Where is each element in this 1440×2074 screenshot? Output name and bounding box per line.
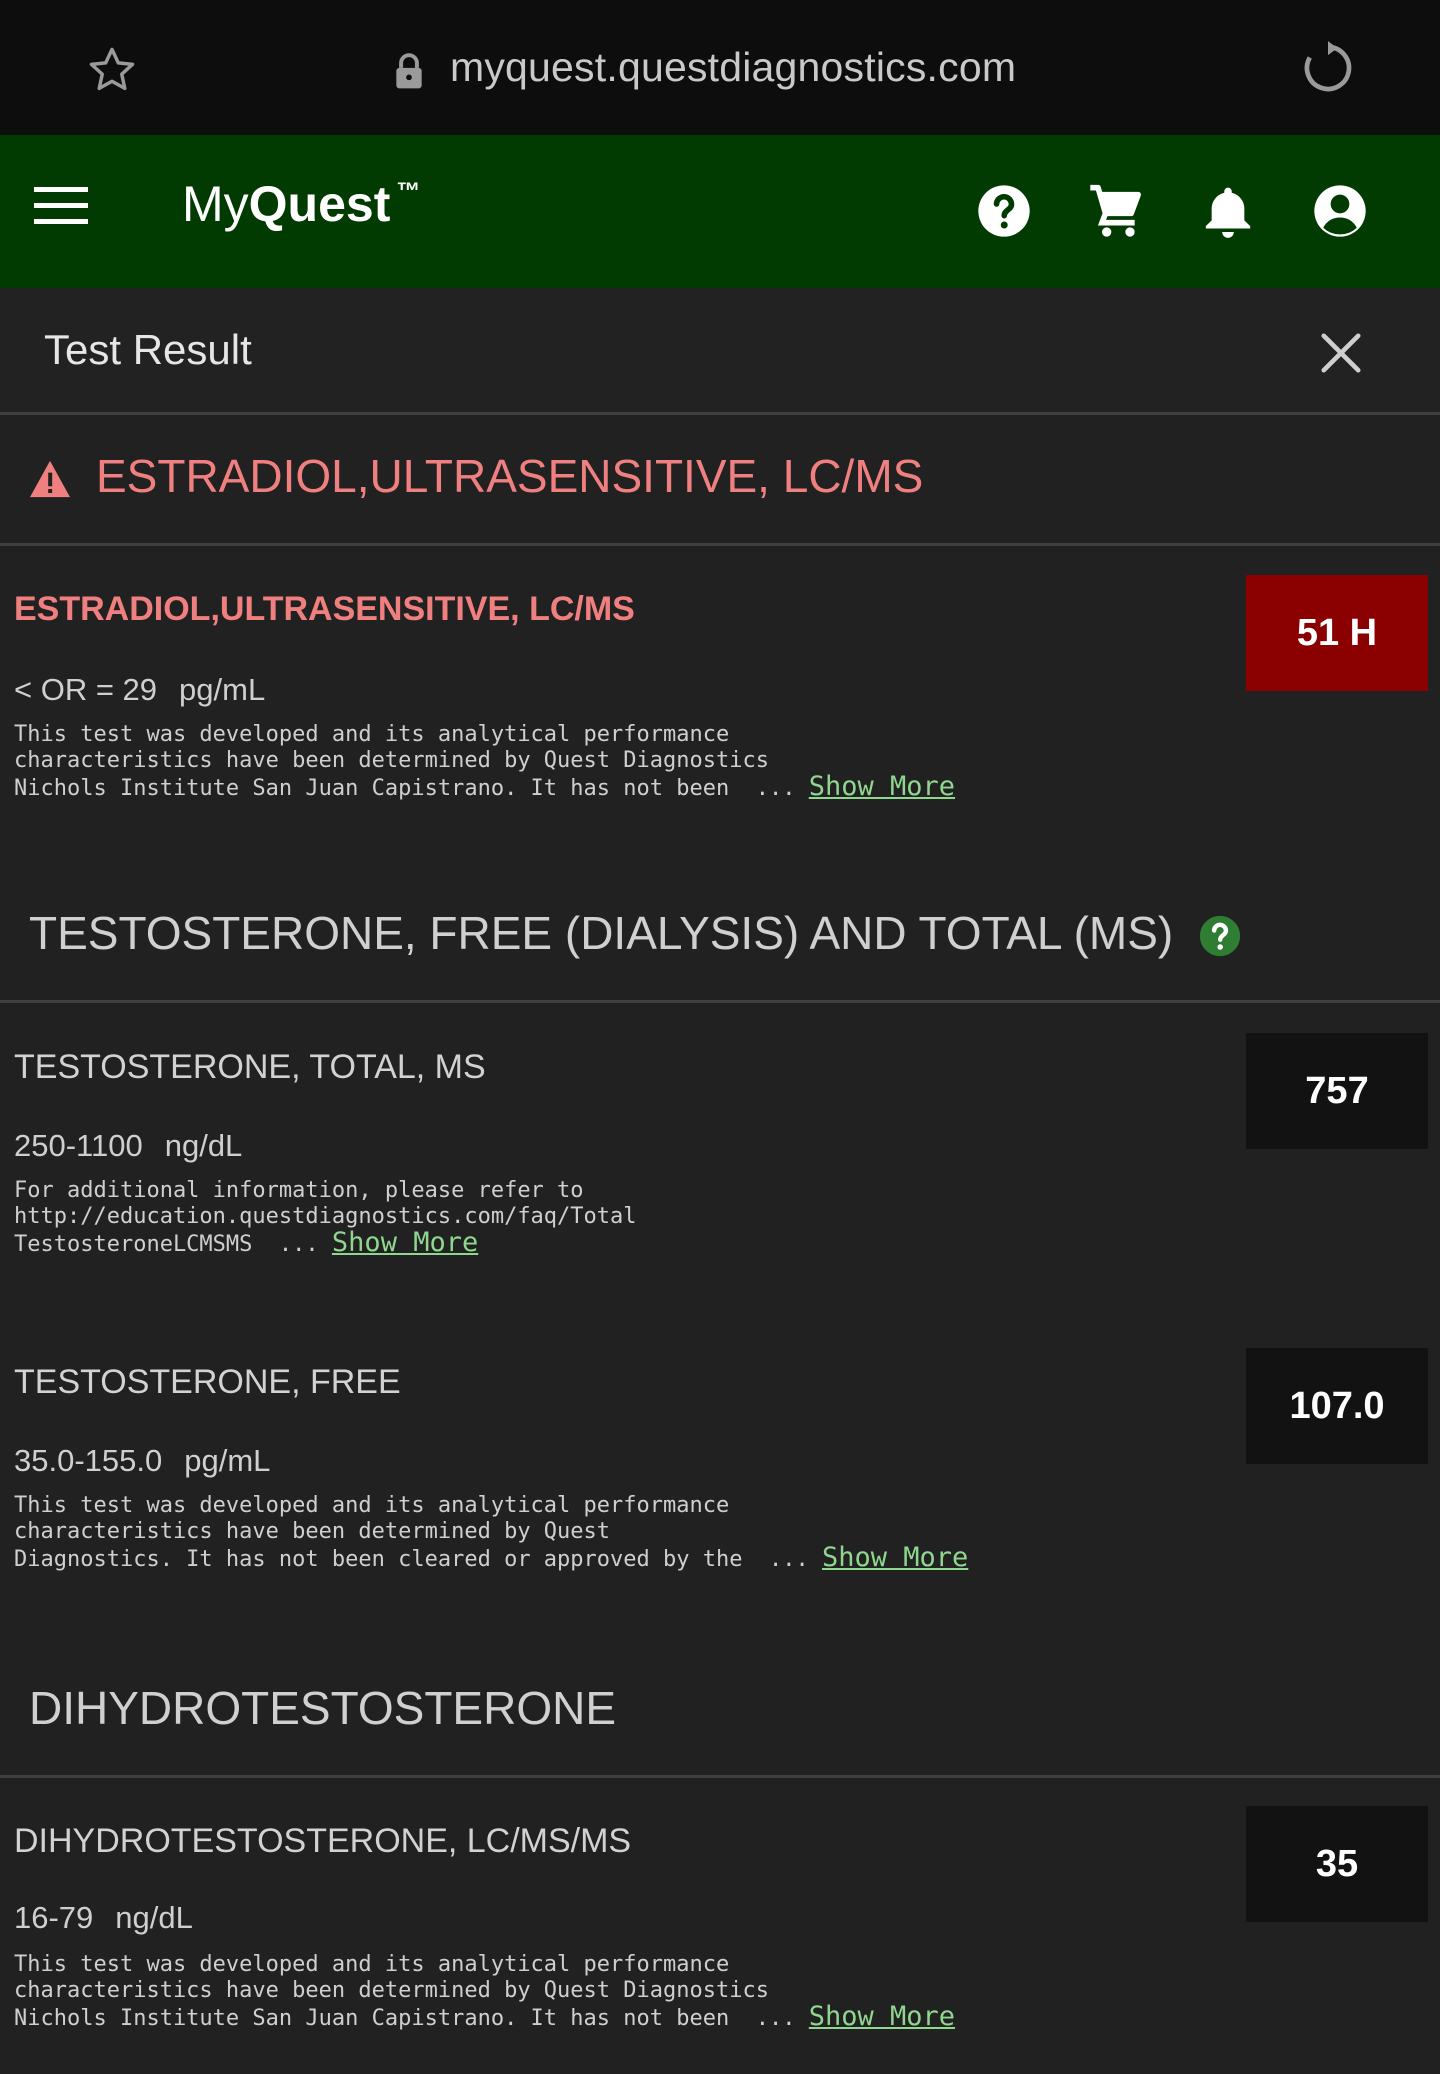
warning-icon [30,460,70,498]
help-icon[interactable] [1198,914,1242,958]
range-value: 35.0-155.0 [14,1443,163,1478]
note-line: Diagnostics. It has not been cleared or … [14,1547,743,1572]
note-line: TestosteroneLCMSMS [14,1232,253,1257]
ellipsis: ... [755,2006,796,2031]
result-row-testosterone-free[interactable]: TESTOSTERONE, FREE 35.0-155.0 pg/mL This … [0,1363,1440,1603]
range-value: < OR = 29 [14,672,158,707]
help-icon[interactable] [976,183,1032,239]
note-line: characteristics have been determined by … [14,1978,769,2003]
ellipsis: ... [278,1232,319,1257]
reference-range: < OR = 29 pg/mL [14,672,265,708]
result-name: DIHYDROTESTOSTERONE, LC/MS/MS [14,1822,632,1860]
result-note: This test was developed and its analytic… [14,1952,955,2032]
result-note: This test was developed and its analytic… [14,722,955,802]
test-result-header: Test Result [0,288,1440,415]
range-value: 16-79 [14,1900,94,1935]
show-more-link[interactable]: Show More [809,2001,955,2032]
result-name: TESTOSTERONE, FREE [14,1363,401,1401]
section-title: TESTOSTERONE, FREE (DIALYSIS) AND TOTAL … [29,907,1174,959]
range-unit: ng/dL [115,1900,193,1935]
reference-range: 35.0-155.0 pg/mL [14,1443,270,1479]
note-line: characteristics have been determined by … [14,1519,611,1544]
browser-url-bar: myquest.questdiagnostics.com [0,0,1440,135]
section-header-testosterone: TESTOSTERONE, FREE (DIALYSIS) AND TOTAL … [0,880,1440,1003]
result-value-box: 757 [1246,1033,1428,1149]
section-title: ESTRADIOL,ULTRASENSITIVE, LC/MS [96,450,924,502]
section-header-estradiol: ESTRADIOL,ULTRASENSITIVE, LC/MS [0,415,1440,546]
range-value: 250-1100 [14,1128,143,1163]
show-more-link[interactable]: Show More [809,771,955,802]
result-name: TESTOSTERONE, TOTAL, MS [14,1048,486,1086]
reference-range: 250-1100 ng/dL [14,1128,242,1164]
note-line: Nichols Institute San Juan Capistrano. I… [14,2006,730,2031]
result-value-box: 107.0 [1246,1348,1428,1464]
app-header: MyQuest ™ [0,135,1440,288]
account-icon[interactable] [1312,183,1368,239]
menu-icon[interactable] [34,185,88,227]
section-title: DIHYDROTESTOSTERONE [29,1682,616,1734]
brand-quest: Quest [248,176,391,232]
note-line: Nichols Institute San Juan Capistrano. I… [14,776,730,801]
note-line: This test was developed and its analytic… [14,1952,730,1977]
reference-range: 16-79 ng/dL [14,1900,193,1936]
show-more-link[interactable]: Show More [822,1542,968,1573]
result-note: This test was developed and its analytic… [14,1493,968,1573]
brand-my: My [182,176,249,232]
result-value-box: 35 [1246,1806,1428,1922]
result-note: For additional information, please refer… [14,1178,637,1258]
ellipsis: ... [768,1547,809,1572]
note-line: http://education.questdiagnostics.com/fa… [14,1204,637,1229]
page-title: Test Result [44,326,252,373]
range-unit: ng/dL [164,1128,243,1163]
note-line: This test was developed and its analytic… [14,1493,730,1518]
range-unit: pg/mL [179,672,266,707]
star-icon[interactable] [84,44,140,96]
result-row-testosterone-total[interactable]: TESTOSTERONE, TOTAL, MS 250-1100 ng/dL Fo… [0,1048,1440,1288]
bell-icon[interactable] [1200,183,1256,239]
close-icon[interactable] [1318,330,1364,376]
brand-logo[interactable]: MyQuest ™ [182,175,420,233]
show-more-link[interactable]: Show More [332,1227,478,1258]
result-row-estradiol[interactable]: ESTRADIOL,ULTRASENSITIVE, LC/MS < OR = 2… [0,590,1440,830]
url-text[interactable]: myquest.questdiagnostics.com [450,44,1016,91]
reload-icon[interactable] [1300,40,1356,96]
result-value-box: 51 H [1246,575,1428,691]
lock-icon [396,53,422,89]
range-unit: pg/mL [184,1443,271,1478]
cart-icon[interactable] [1088,183,1144,239]
note-line: This test was developed and its analytic… [14,722,730,747]
note-line: characteristics have been determined by … [14,748,769,773]
result-row-dihydrotestosterone[interactable]: DIHYDROTESTOSTERONE, LC/MS/MS 16-79 ng/dL… [0,1822,1440,2062]
ellipsis: ... [755,776,796,801]
section-header-dihydrotestosterone: DIHYDROTESTOSTERONE [0,1653,1440,1778]
note-line: For additional information, please refer… [14,1178,584,1203]
brand-trademark: ™ [396,178,421,205]
result-name: ESTRADIOL,ULTRASENSITIVE, LC/MS [14,590,635,628]
